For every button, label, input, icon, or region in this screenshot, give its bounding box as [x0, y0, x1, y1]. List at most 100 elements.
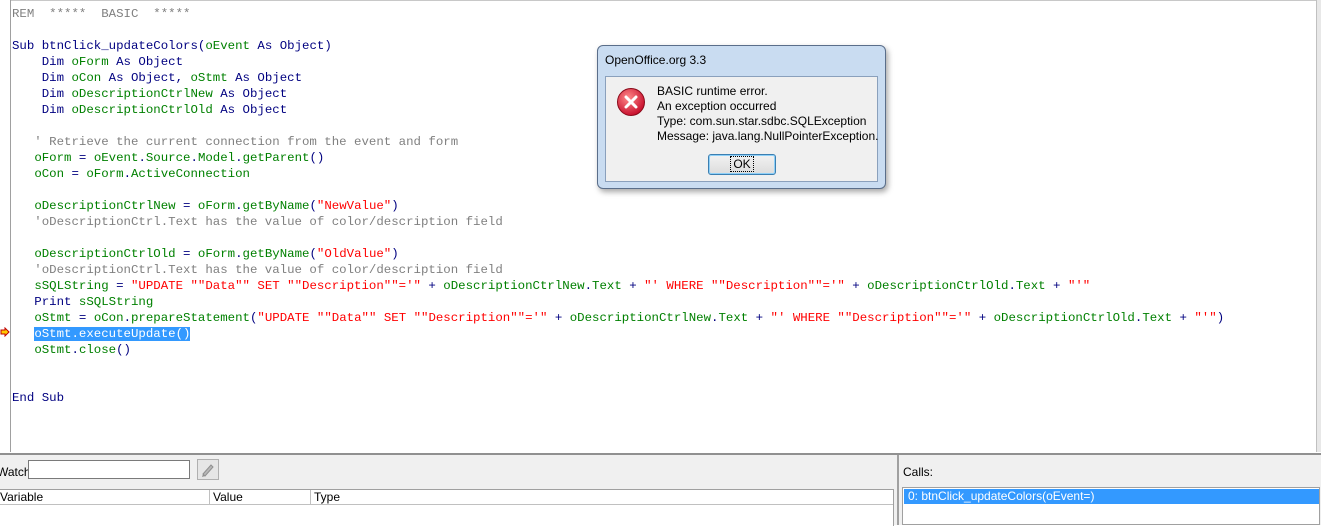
- code-token: .: [190, 151, 198, 165]
- code-token: .: [138, 151, 146, 165]
- error-message-line: Message: java.lang.NullPointerException.: [657, 129, 879, 143]
- code-token: "UPDATE ""Data"" SET ""Description""='": [257, 311, 548, 325]
- code-token: =: [175, 247, 198, 261]
- code-token: prepareStatement: [131, 311, 250, 325]
- code-token: oDescriptionCtrlOld: [71, 103, 213, 117]
- code-line[interactable]: sSQLString = "UPDATE ""Data"" SET ""Desc…: [12, 278, 1224, 294]
- code-token: (: [309, 247, 317, 261]
- code-token: As Object: [227, 71, 303, 85]
- code-token: As Object: [108, 55, 184, 69]
- error-icon: [617, 88, 645, 116]
- code-token: +: [748, 311, 771, 325]
- code-token: (): [116, 343, 131, 357]
- code-token: As Object: [212, 87, 288, 101]
- code-token: "'": [1067, 279, 1091, 293]
- code-token: Text: [592, 279, 622, 293]
- code-token: close: [78, 343, 117, 357]
- watch-input[interactable]: [28, 460, 190, 479]
- code-token: Text: [1015, 279, 1046, 293]
- code-token: Dim: [12, 55, 72, 69]
- code-line[interactable]: oDescriptionCtrlNew = oForm.getByName("N…: [12, 198, 1224, 214]
- code-token: +: [1172, 311, 1195, 325]
- edit-watch-button[interactable]: [197, 459, 219, 480]
- code-token: End Sub: [12, 391, 65, 405]
- code-line[interactable]: REM ***** BASIC *****: [12, 6, 1224, 22]
- calls-pane: Calls: 0: btnClick_updateColors(oEvent=): [897, 455, 1321, 525]
- code-token: getByName: [242, 247, 310, 261]
- code-token: +: [844, 279, 868, 293]
- code-token: As Object): [249, 39, 332, 53]
- code-token: =: [71, 311, 94, 325]
- code-token: =: [64, 167, 87, 181]
- code-token: .: [235, 199, 243, 213]
- code-token: "UPDATE ""Data"" SET ""Description""='": [130, 279, 421, 293]
- code-token: oCon: [71, 71, 102, 85]
- code-token: Source: [145, 151, 191, 165]
- ok-button[interactable]: OK: [708, 154, 776, 175]
- code-token: +: [621, 279, 645, 293]
- code-token: .: [584, 279, 593, 293]
- code-line[interactable]: Print sSQLString: [12, 294, 1224, 310]
- code-token: oEvent: [205, 39, 250, 53]
- editor-scrollbar[interactable]: [1316, 0, 1321, 452]
- code-line[interactable]: [12, 22, 1224, 38]
- code-token: oCon: [93, 311, 124, 325]
- call-stack-item[interactable]: 0: btnClick_updateColors(oEvent=): [904, 489, 1319, 504]
- code-token: Text: [1142, 311, 1173, 325]
- code-token: ): [391, 247, 399, 261]
- code-line[interactable]: 'oDescriptionCtrl.Text has the value of …: [12, 214, 1224, 230]
- error-message-line: BASIC runtime error.: [657, 84, 768, 98]
- code-line[interactable]: oStmt = oCon.prepareStatement("UPDATE ""…: [12, 310, 1224, 326]
- watch-table[interactable]: Variable Value Type: [0, 489, 894, 526]
- code-token: .: [71, 343, 79, 357]
- code-token: oForm: [86, 167, 124, 181]
- code-line[interactable]: [12, 230, 1224, 246]
- column-header-variable[interactable]: Variable: [0, 490, 210, 505]
- code-token: oDescriptionCtrlNew: [569, 311, 712, 325]
- code-token: getByName: [242, 199, 310, 213]
- code-token: ): [391, 199, 399, 213]
- code-token: =: [175, 199, 198, 213]
- code-token: .: [123, 167, 131, 181]
- code-token: oForm: [34, 151, 72, 165]
- code-line[interactable]: oStmt.executeUpdate(): [12, 326, 1224, 342]
- code-line[interactable]: [12, 374, 1224, 390]
- column-header-type[interactable]: Type: [311, 490, 893, 505]
- error-message: BASIC runtime error. An exception occurr…: [657, 84, 878, 144]
- code-token: oForm: [197, 199, 236, 213]
- code-token: +: [547, 311, 570, 325]
- code-token: 'oDescriptionCtrl.Text has the value of …: [12, 263, 503, 277]
- code-token: Dim: [12, 103, 72, 117]
- code-token: REM ***** BASIC *****: [12, 7, 191, 21]
- code-line[interactable]: oDescriptionCtrlOld = oForm.getByName("O…: [12, 246, 1224, 262]
- code-token: oDescriptionCtrlOld: [867, 279, 1009, 293]
- column-header-value[interactable]: Value: [210, 490, 311, 505]
- code-token: oStmt: [190, 71, 228, 85]
- code-token: +: [1045, 279, 1068, 293]
- current-statement: oStmt.executeUpdate(): [34, 327, 191, 341]
- debug-panel: Watch: Variable Value Type Calls: 0: btn…: [0, 453, 1321, 526]
- calls-label: Calls:: [903, 465, 934, 479]
- code-token: oDescriptionCtrlNew: [71, 87, 213, 101]
- code-token: Text: [718, 311, 749, 325]
- code-token: ActiveConnection: [131, 167, 250, 181]
- code-token: As Object: [212, 103, 288, 117]
- editor-gutter[interactable]: [0, 0, 11, 452]
- code-line[interactable]: [12, 358, 1224, 374]
- code-token: (): [309, 151, 325, 165]
- code-line[interactable]: End Sub: [12, 390, 1224, 406]
- calls-list[interactable]: 0: btnClick_updateColors(oEvent=): [902, 487, 1320, 525]
- ok-button-label: OK: [730, 156, 754, 172]
- code-token: oDescriptionCtrlOld: [993, 311, 1135, 325]
- code-line[interactable]: oStmt.close(): [12, 342, 1224, 358]
- code-token: Dim: [12, 71, 72, 85]
- code-line[interactable]: 'oDescriptionCtrl.Text has the value of …: [12, 262, 1224, 278]
- code-token: oCon: [34, 167, 65, 181]
